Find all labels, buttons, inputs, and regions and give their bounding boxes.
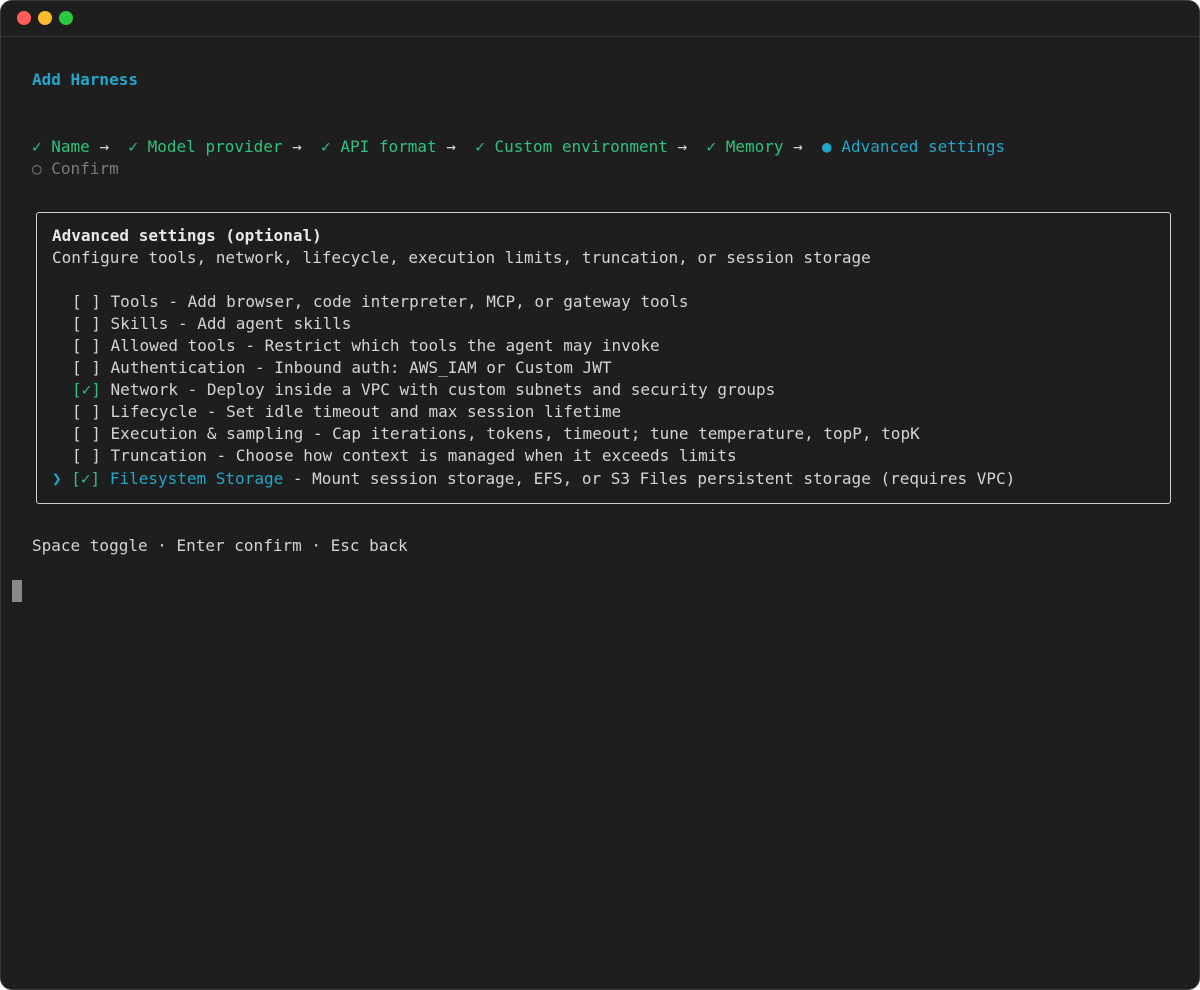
option-name: Authentication xyxy=(110,358,246,377)
option-skills[interactable]: [ ] Skills - Add agent skills xyxy=(52,313,351,335)
step-name: ✓ Name xyxy=(32,137,90,156)
check-icon: ✓ xyxy=(706,137,717,156)
check-icon: ✓ xyxy=(128,137,138,156)
step-confirm: ○ Confirm xyxy=(32,159,119,178)
checkbox-checked[interactable]: [✓] xyxy=(71,469,100,488)
option-authentication[interactable]: [ ] Authentication - Inbound auth: AWS_I… xyxy=(52,357,611,379)
keyboard-hints: Space toggle · Enter confirm · Esc back xyxy=(32,536,408,555)
option-network[interactable]: [✓] Network - Deploy inside a VPC with c… xyxy=(52,379,775,401)
option-name: Network xyxy=(110,380,178,399)
option-name: Allowed tools xyxy=(110,336,236,355)
checkbox[interactable]: [ ] xyxy=(72,424,101,443)
title-bar xyxy=(1,1,1199,37)
checkbox-checked[interactable]: [✓] xyxy=(72,380,101,399)
option-tools[interactable]: [ ] Tools - Add browser, code interprete… xyxy=(52,291,689,313)
step-api-format: ✓ API format xyxy=(321,137,437,156)
option-truncation[interactable]: [ ] Truncation - Choose how context is m… xyxy=(52,445,737,467)
close-window-button[interactable] xyxy=(17,11,31,25)
step-memory: ✓ Memory xyxy=(706,137,784,156)
option-description: - Restrict which tools the agent may inv… xyxy=(235,336,660,355)
arrow-icon: → xyxy=(292,137,302,156)
option-lifecycle[interactable]: [ ] Lifecycle - Set idle timeout and max… xyxy=(52,401,621,423)
option-description: - Mount session storage, EFS, or S3 File… xyxy=(283,469,1016,488)
step-custom-environment: ✓ Custom environment xyxy=(475,137,668,156)
option-name: Skills xyxy=(110,314,169,333)
arrow-icon: → xyxy=(677,137,688,156)
option-name: Lifecycle xyxy=(110,402,198,421)
check-icon: ✓ xyxy=(475,137,485,156)
option-description: - Choose how context is managed when it … xyxy=(206,446,737,465)
option-description: - Deploy inside a VPC with custom subnet… xyxy=(177,380,776,399)
option-allowed-tools[interactable]: [ ] Allowed tools - Restrict which tools… xyxy=(52,335,660,357)
current-dot-icon: ● xyxy=(822,137,832,156)
option-name: Truncation xyxy=(110,446,207,465)
step-model-provider: ✓ Model provider xyxy=(128,137,283,156)
step-progress: ✓ Name → ✓ Model provider → ✓ API format… xyxy=(32,136,1005,158)
checkbox[interactable]: [ ] xyxy=(72,292,101,311)
arrow-icon: → xyxy=(99,137,110,156)
pending-circle-icon: ○ xyxy=(32,159,42,178)
option-description: - Cap iterations, tokens, timeout; tune … xyxy=(303,424,920,443)
maximize-window-button[interactable] xyxy=(59,11,73,25)
check-icon: ✓ xyxy=(32,137,42,156)
option-description: - Inbound auth: AWS_IAM or Custom JWT xyxy=(245,358,612,377)
step-advanced-settings: ● Advanced settings xyxy=(822,137,1006,156)
option-name: Execution & sampling xyxy=(110,424,304,443)
checkbox[interactable]: [ ] xyxy=(72,402,101,421)
arrow-icon: → xyxy=(446,137,456,156)
terminal-cursor xyxy=(12,580,22,602)
page-title: Add Harness xyxy=(32,70,138,89)
option-execution-sampling[interactable]: [ ] Execution & sampling - Cap iteration… xyxy=(52,423,920,445)
option-description: - Set idle timeout and max session lifet… xyxy=(197,402,622,421)
option-name: Tools xyxy=(110,292,159,311)
checkbox[interactable]: [ ] xyxy=(72,446,101,465)
option-description: - Add browser, code interpreter, MCP, or… xyxy=(158,292,689,311)
option-description: - Add agent skills xyxy=(168,314,352,333)
focus-pointer-icon: ❯ xyxy=(52,469,62,488)
panel-description: Configure tools, network, lifecycle, exe… xyxy=(52,248,871,267)
option-name: Filesystem Storage xyxy=(109,469,284,488)
minimize-window-button[interactable] xyxy=(38,11,52,25)
terminal-window: Add Harness ✓ Name → ✓ Model provider → … xyxy=(0,0,1200,990)
checkbox[interactable]: [ ] xyxy=(72,314,101,333)
check-icon: ✓ xyxy=(321,137,331,156)
checkbox[interactable]: [ ] xyxy=(72,336,101,355)
panel-heading: Advanced settings (optional) xyxy=(52,226,322,245)
option-filesystem-storage[interactable]: ❯ [✓] Filesystem Storage - Mount session… xyxy=(52,468,1015,490)
checkbox[interactable]: [ ] xyxy=(72,358,101,377)
arrow-icon: → xyxy=(793,137,803,156)
